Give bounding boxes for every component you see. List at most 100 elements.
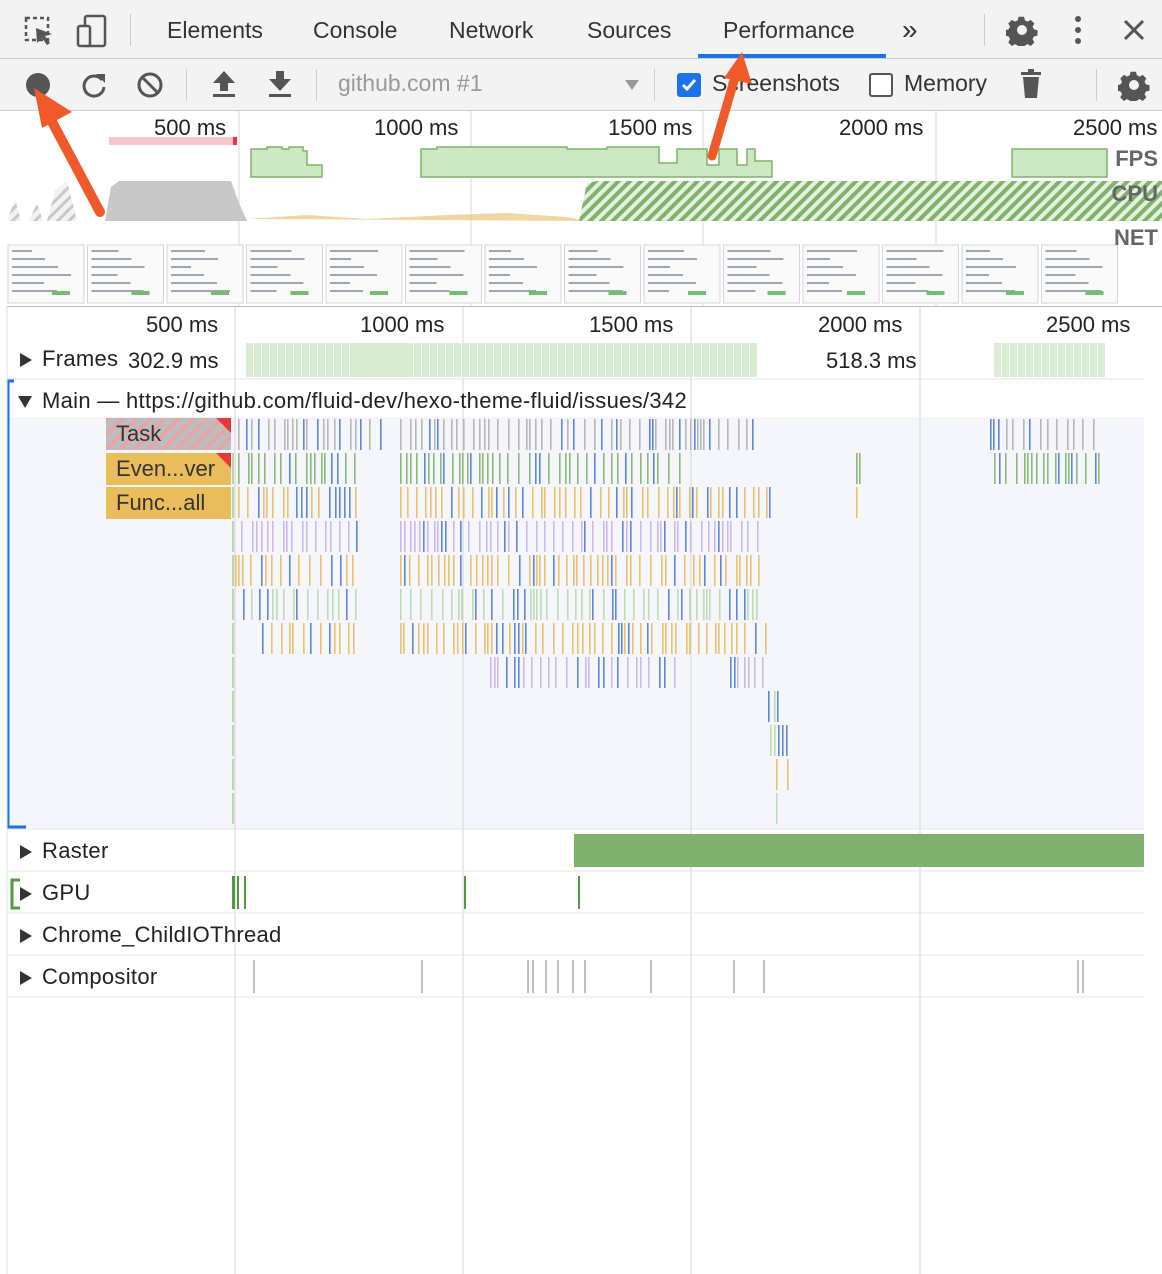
flame-slice[interactable] <box>339 419 341 450</box>
flame-slice[interactable] <box>427 521 429 552</box>
flame-slice[interactable] <box>598 657 600 688</box>
flame-slice[interactable] <box>553 623 555 654</box>
flame-slice[interactable] <box>727 419 729 450</box>
flame-slice[interactable] <box>746 419 748 450</box>
flame-slice[interactable] <box>750 555 752 586</box>
flame-slice[interactable] <box>752 589 754 620</box>
frame-bar[interactable] <box>574 343 581 377</box>
flame-slice[interactable] <box>522 623 524 654</box>
flame-slice[interactable] <box>657 521 659 552</box>
flame-slice[interactable] <box>437 419 439 450</box>
flame-slice[interactable] <box>752 419 754 450</box>
screenshot-thumbnail[interactable] <box>246 244 323 304</box>
flame-slice[interactable] <box>589 589 591 620</box>
screenshot-thumbnail[interactable] <box>802 244 880 304</box>
flame-slice[interactable] <box>283 589 285 620</box>
flame-slice[interactable] <box>643 589 645 620</box>
flame-slice[interactable] <box>451 589 453 620</box>
flame-slice[interactable] <box>1012 419 1014 450</box>
flame-slice[interactable] <box>617 657 619 688</box>
flame-slice[interactable] <box>776 759 778 790</box>
flame-slice[interactable] <box>348 521 350 552</box>
flame-slice[interactable] <box>679 419 681 450</box>
flame-slice[interactable] <box>531 657 533 688</box>
flame-slice[interactable] <box>248 453 250 484</box>
flame-slice[interactable] <box>444 555 446 586</box>
capture-settings-gear-icon[interactable] <box>1118 69 1150 101</box>
flame-slice[interactable] <box>258 487 260 518</box>
frame-bar[interactable] <box>590 343 597 377</box>
flame-slice[interactable] <box>648 589 650 620</box>
flame-slice[interactable] <box>618 623 620 654</box>
flame-slice[interactable] <box>412 623 414 654</box>
flame-slice[interactable] <box>479 419 481 450</box>
flame-slice[interactable] <box>736 623 738 654</box>
flame-slice[interactable] <box>700 419 702 450</box>
screenshot-thumbnail[interactable] <box>7 244 85 304</box>
frame-bar[interactable] <box>462 343 469 377</box>
flame-slice[interactable] <box>590 487 592 518</box>
flame-slice[interactable] <box>746 555 748 586</box>
flame-slice[interactable] <box>281 623 283 654</box>
flame-slice[interactable] <box>232 453 234 484</box>
flame-slice[interactable] <box>603 453 605 484</box>
frame-bar[interactable] <box>646 343 653 377</box>
flame-slice[interactable] <box>602 555 604 586</box>
flame-slice[interactable] <box>624 589 626 620</box>
flame-slice[interactable] <box>507 453 509 484</box>
flame-slice[interactable] <box>532 487 534 518</box>
flame-slice[interactable] <box>631 487 633 518</box>
flame-slice[interactable] <box>491 555 493 586</box>
flame-slice[interactable] <box>258 419 260 450</box>
compositor-slice[interactable] <box>572 960 574 993</box>
frame-bar[interactable] <box>734 343 741 377</box>
compositor-slice[interactable] <box>1077 960 1079 993</box>
flame-slice[interactable] <box>232 623 234 654</box>
frame-bar[interactable] <box>654 343 661 377</box>
flame-slice[interactable] <box>744 657 746 688</box>
flame-slice[interactable] <box>431 589 433 620</box>
flame-slice[interactable] <box>427 623 429 654</box>
flame-slice[interactable] <box>418 555 420 586</box>
flame-slice[interactable] <box>435 487 437 518</box>
flame-slice[interactable] <box>620 419 622 450</box>
flame-slice[interactable] <box>533 589 535 620</box>
flame-slice[interactable] <box>337 453 339 484</box>
frame-bar[interactable] <box>662 343 669 377</box>
flame-slice[interactable] <box>415 419 417 450</box>
flame-slice[interactable] <box>296 487 298 518</box>
flame-slice[interactable] <box>1085 453 1087 484</box>
flame-slice[interactable] <box>320 555 322 586</box>
flame-slice[interactable] <box>559 487 561 518</box>
clear-icon[interactable] <box>136 71 164 99</box>
flame-slice[interactable] <box>472 487 474 518</box>
flame-slice[interactable] <box>267 589 269 620</box>
expand-triangle-icon[interactable] <box>20 845 32 860</box>
flame-slice[interactable] <box>434 419 436 450</box>
flame-slice[interactable] <box>327 589 329 620</box>
flame-slice[interactable] <box>647 453 649 484</box>
flame-slice[interactable] <box>665 555 667 586</box>
frame-bar[interactable] <box>630 343 637 377</box>
frame-bar[interactable] <box>1090 343 1097 377</box>
flame-slice[interactable] <box>484 623 486 654</box>
flame-slice[interactable] <box>463 419 465 450</box>
flame-slice[interactable] <box>407 487 409 518</box>
flame-slice[interactable] <box>274 453 276 484</box>
flame-slice[interactable] <box>536 589 538 620</box>
screenshot-thumbnail[interactable] <box>564 244 641 304</box>
flame-slice[interactable] <box>581 589 583 620</box>
flame-slice[interactable] <box>701 521 703 552</box>
flame-slice[interactable] <box>1024 453 1026 484</box>
flame-slice[interactable] <box>458 589 460 620</box>
flame-slice[interactable] <box>554 487 556 518</box>
frame-bar[interactable] <box>510 343 517 377</box>
flame-slice[interactable] <box>601 419 603 450</box>
flame-slice[interactable] <box>440 453 442 484</box>
flame-slice[interactable] <box>586 453 588 484</box>
flame-slice[interactable] <box>685 521 687 552</box>
flame-slice[interactable] <box>859 453 861 484</box>
flame-slice[interactable] <box>416 453 418 484</box>
flame-slice[interactable] <box>276 589 278 620</box>
flame-slice[interactable] <box>268 419 270 450</box>
